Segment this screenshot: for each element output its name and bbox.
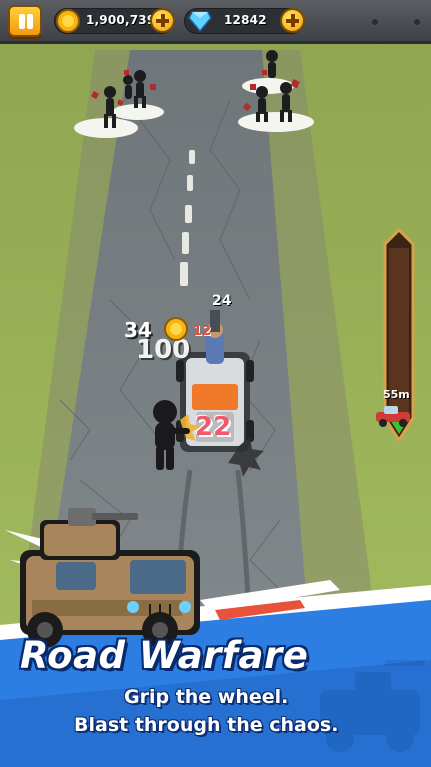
bolt-icon (372, 19, 378, 25)
bolt-icon (414, 19, 420, 25)
coin-icon (164, 317, 188, 341)
damage-number: 24 (212, 293, 232, 309)
pause-icon (19, 14, 25, 29)
coin-reward-number: 34 (124, 318, 152, 342)
car-marker-icon (376, 406, 410, 427)
pause-button[interactable] (8, 5, 42, 37)
gem-icon (188, 11, 212, 32)
add-coins-button[interactable] (150, 8, 175, 33)
distance-label: 55m (383, 388, 410, 401)
banner-line-1: Grip the wheel. (124, 686, 289, 708)
banner-line-2: Blast through the chaos. (74, 714, 339, 736)
coin-amount: 1,900,739 (86, 13, 156, 27)
coin-icon (56, 9, 80, 33)
add-gems-button[interactable] (280, 8, 305, 33)
damage-number-large: 22 (195, 412, 232, 442)
top-hud-bar: 1,900,739 12842 (0, 0, 431, 44)
banner-title: Road Warfare (20, 634, 309, 677)
game-scene: 1,900,739 12842 55m 24 100 34 12 22 Road… (0, 0, 431, 767)
gem-amount: 12842 (224, 13, 267, 27)
damage-number: 12 (193, 324, 212, 339)
